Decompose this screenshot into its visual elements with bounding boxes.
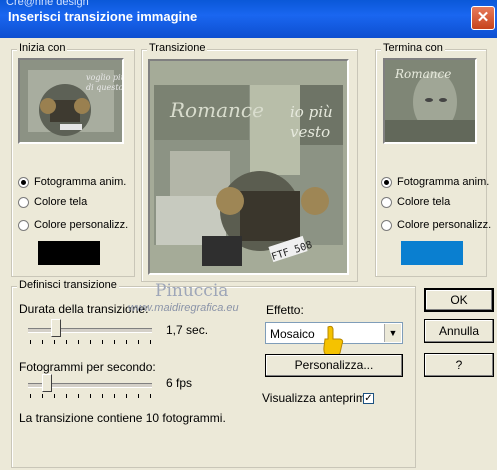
start-radio-frame[interactable] <box>18 177 29 188</box>
duration-slider-thumb[interactable] <box>51 319 61 337</box>
help-button[interactable]: ? <box>424 353 494 377</box>
frame-count-info: La transizione contiene 10 fotogrammi. <box>19 411 226 425</box>
preview-checkbox[interactable]: ✓ <box>363 393 374 404</box>
fps-slider-thumb[interactable] <box>42 374 52 392</box>
start-preview-image: voglio più di questo <box>20 60 122 142</box>
customize-button[interactable]: Personalizza... <box>265 354 403 377</box>
transition-text-1: io più <box>290 103 333 121</box>
end-preview: Romance <box>383 58 477 144</box>
start-group-legend: Inizia con <box>17 42 68 54</box>
start-radio-custom[interactable] <box>18 220 29 231</box>
start-color-swatch[interactable] <box>38 241 100 265</box>
transition-group-legend: Transizione <box>147 42 208 54</box>
cancel-button-label: Annulla <box>438 324 480 338</box>
end-preview-text: Romance <box>394 67 451 81</box>
start-radio-frame-label[interactable]: Fotogramma anim. <box>34 176 126 188</box>
end-radio-canvas[interactable] <box>381 197 392 208</box>
end-group-legend: Termina con <box>381 42 445 54</box>
close-icon: ✕ <box>476 9 490 26</box>
transition-title-text: Romance <box>169 98 264 122</box>
background-window-title: Cre@nne design <box>6 0 89 8</box>
start-radio-custom-label[interactable]: Colore personalizz. <box>34 219 128 231</box>
fps-value: 6 fps <box>166 376 193 390</box>
fps-label: Fotogrammi per secondo: <box>19 360 156 374</box>
dialog-body: Inizia con voglio più di questo Fotogram… <box>0 38 497 470</box>
duration-slider-track[interactable] <box>28 328 152 333</box>
title-bar[interactable]: Cre@nne design Inserisci transizione imm… <box>0 0 497 38</box>
transition-text-2: vesto <box>290 123 330 141</box>
customize-button-label: Personalizza... <box>294 358 374 372</box>
duration-value: 1,7 sec. <box>166 323 209 337</box>
help-button-label: ? <box>455 358 463 372</box>
cancel-button[interactable]: Annulla <box>424 319 494 343</box>
duration-ticks <box>30 340 154 344</box>
transition-preview: FTF 508 Romance io più vesto <box>148 59 349 275</box>
chevron-down-icon: ▼ <box>388 328 398 338</box>
end-radio-custom-label[interactable]: Colore personalizz. <box>397 219 491 231</box>
window-title: Inserisci transizione immagine <box>8 9 198 24</box>
end-radio-frame[interactable] <box>381 177 392 188</box>
start-radio-canvas[interactable] <box>18 197 29 208</box>
close-button[interactable]: ✕ <box>471 6 495 30</box>
start-preview-text-2: di questo <box>86 83 122 92</box>
end-color-swatch[interactable] <box>401 241 463 265</box>
end-radio-canvas-label[interactable]: Colore tela <box>397 196 450 208</box>
define-group-legend: Definisci transizione <box>17 279 119 291</box>
watermark-site: www.maidiregrafica.eu <box>128 302 239 314</box>
start-preview-text-1: voglio più <box>86 73 122 82</box>
start-radio-canvas-label[interactable]: Colore tela <box>34 196 87 208</box>
effect-select-dropdown[interactable]: ▼ <box>384 324 401 342</box>
transition-preview-image: FTF 508 Romance io più vesto <box>150 61 347 273</box>
effect-label: Effetto: <box>266 303 304 317</box>
watermark-name: Pinuccia <box>155 281 229 301</box>
ok-button-label: OK <box>450 293 468 307</box>
end-preview-image: Romance <box>385 60 475 142</box>
fps-ticks <box>30 394 154 398</box>
end-radio-frame-label[interactable]: Fotogramma anim. <box>397 176 489 188</box>
start-preview: voglio più di questo <box>18 58 124 144</box>
ok-button[interactable]: OK <box>424 288 494 312</box>
end-radio-custom[interactable] <box>381 220 392 231</box>
preview-checkbox-label[interactable]: Visualizza anteprima <box>262 391 373 405</box>
effect-select-value: Mosaico <box>270 327 315 341</box>
